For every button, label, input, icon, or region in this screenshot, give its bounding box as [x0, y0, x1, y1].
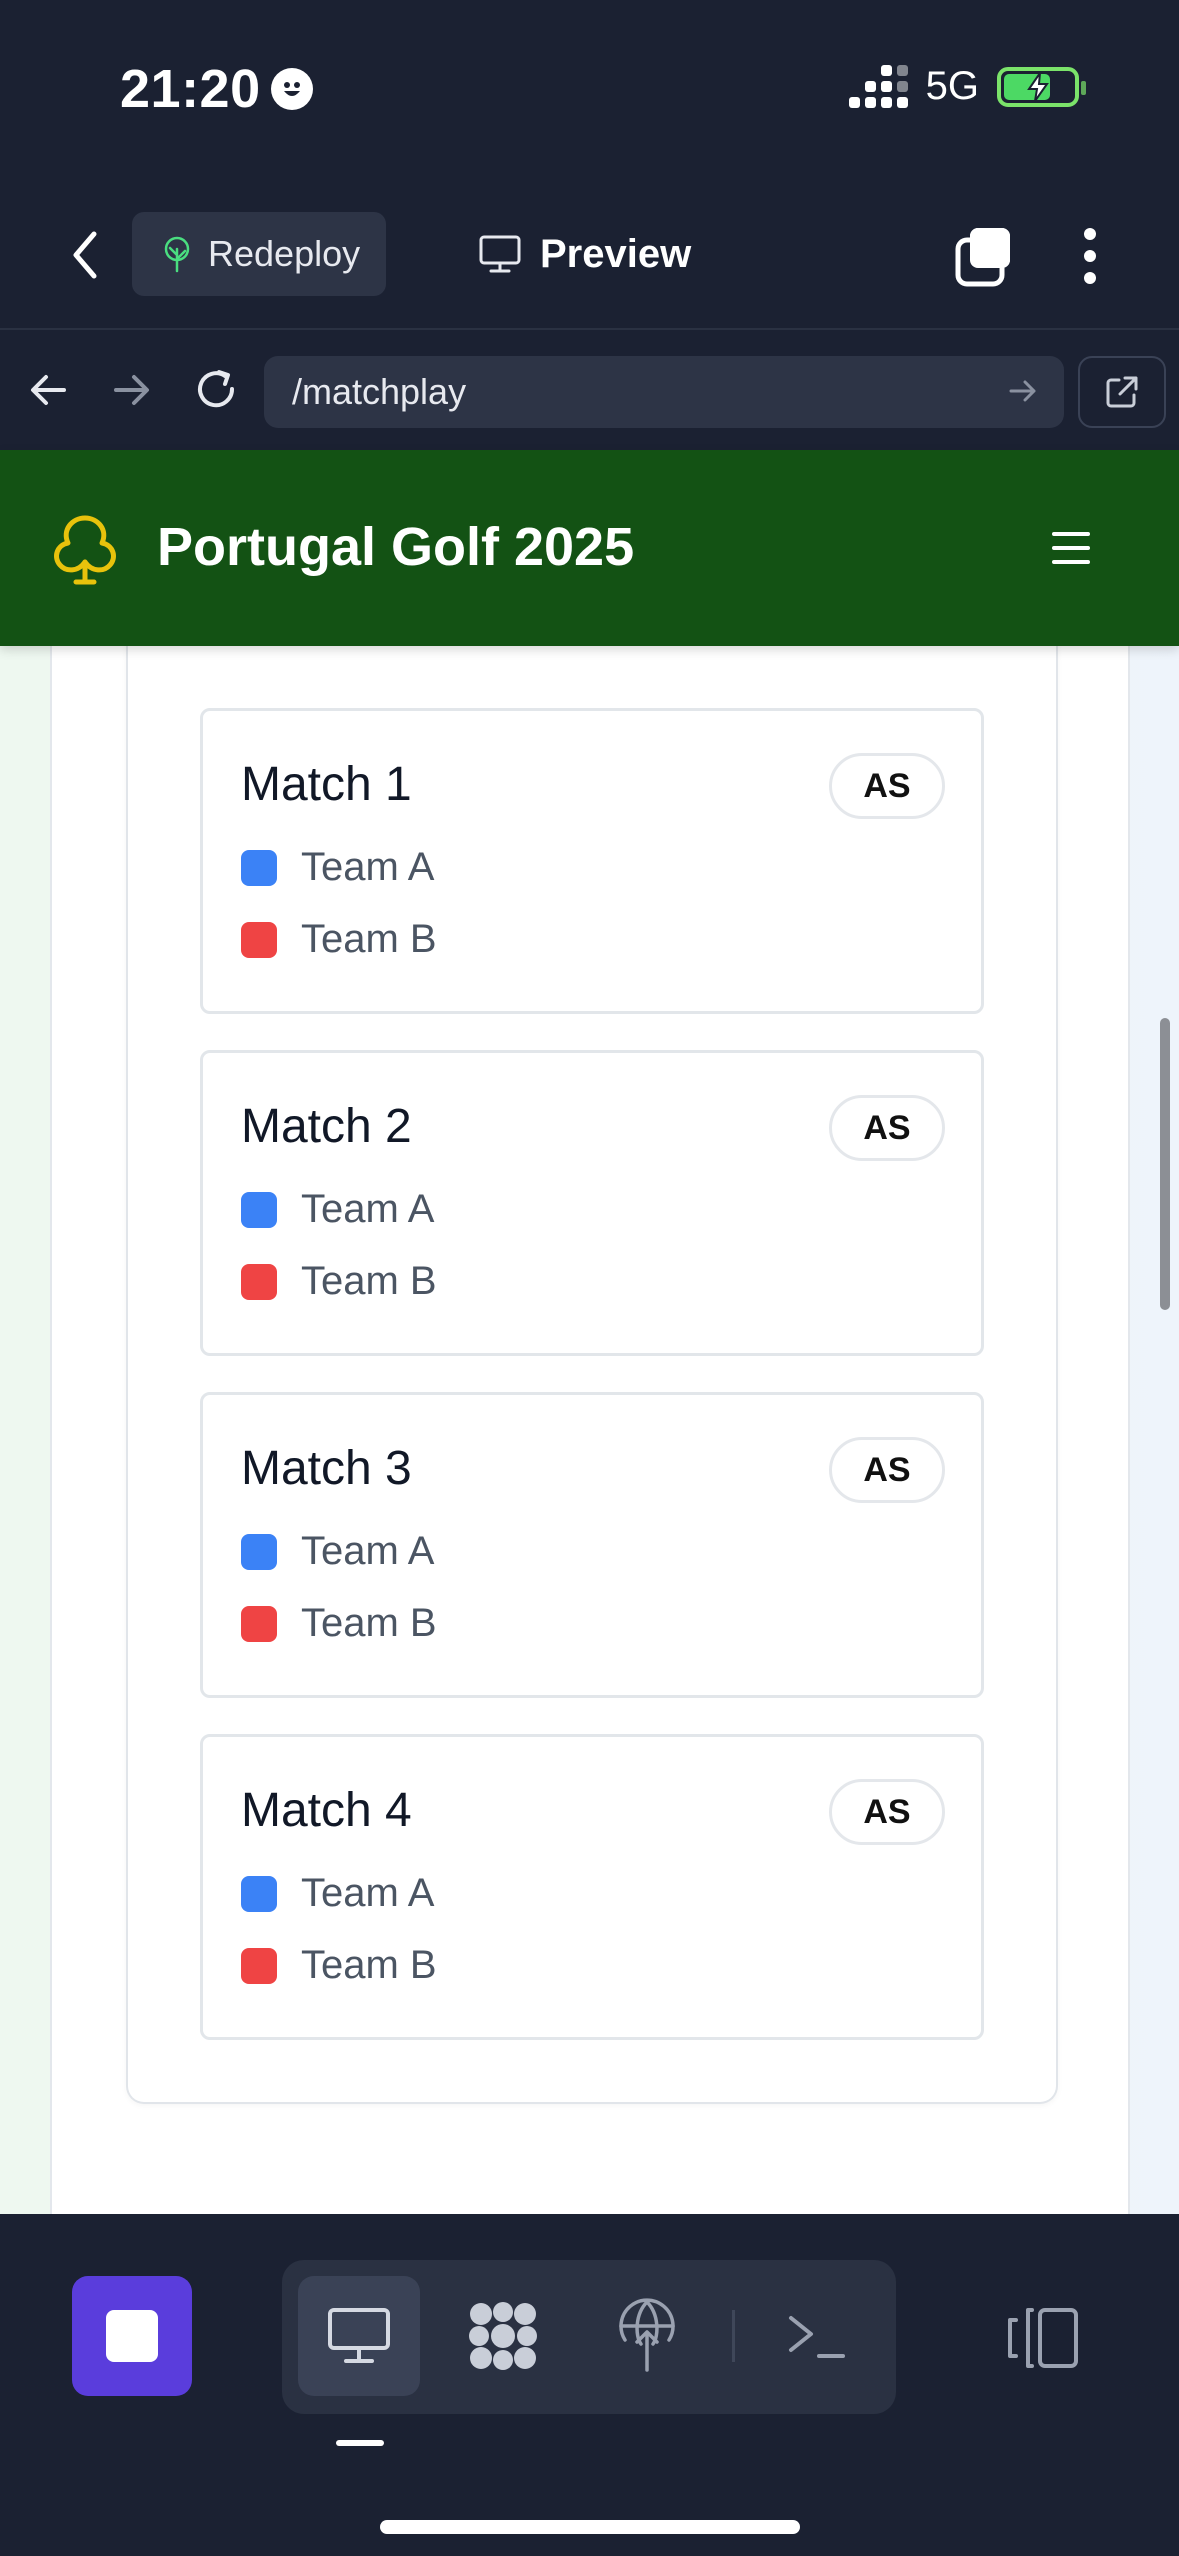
tree-deploy-icon — [164, 236, 190, 273]
team-row: Team A — [241, 1871, 434, 1916]
match-title: Match 1 — [241, 758, 412, 811]
back-button[interactable] — [60, 225, 110, 285]
panel-toggle-icon[interactable] — [1006, 2306, 1082, 2370]
chevron-left-icon — [73, 231, 97, 279]
score-badge: AS — [829, 1779, 945, 1845]
battery-icon — [997, 66, 1086, 107]
match-card[interactable]: Match 4 AS Team A Team B — [200, 1734, 984, 2040]
url-bar: /matchplay — [0, 332, 1179, 450]
scrollbar[interactable] — [1160, 1018, 1170, 1310]
team-name: Team B — [301, 917, 437, 961]
team-name: Team B — [301, 1259, 437, 1303]
hamburger-menu-icon[interactable] — [1052, 532, 1090, 564]
team-color-dot — [241, 1533, 277, 1570]
reload-icon[interactable] — [188, 362, 244, 418]
match-title: Match 3 — [241, 1442, 412, 1495]
team-row: Team B — [241, 1259, 437, 1304]
more-options-icon[interactable] — [1070, 224, 1110, 288]
team-row: Team B — [241, 917, 437, 962]
browser-back-icon[interactable] — [20, 362, 76, 418]
home-indicator — [380, 2520, 800, 2534]
score-badge: AS — [829, 753, 945, 819]
match-card[interactable]: Match 3 AS Team A Team B — [200, 1392, 984, 1698]
team-color-dot — [241, 849, 277, 886]
redeploy-button[interactable]: Redeploy — [132, 212, 386, 296]
team-color-dot — [241, 1947, 277, 1984]
team-color-dot — [241, 1263, 277, 1300]
match-title: Match 2 — [241, 1100, 412, 1153]
team-row: Team A — [241, 845, 434, 890]
team-name: Team B — [301, 1601, 437, 1645]
terminal-icon[interactable] — [756, 2276, 878, 2396]
smiley-icon — [270, 68, 313, 110]
club-logo-icon[interactable] — [48, 510, 122, 586]
browser-forward-icon[interactable] — [104, 362, 160, 418]
monitor-icon — [479, 235, 521, 273]
status-indicators: 5G — [848, 64, 1086, 109]
desktop-icon[interactable] — [298, 2276, 420, 2396]
team-row: Team A — [241, 1187, 434, 1232]
open-external-icon[interactable] — [1078, 356, 1166, 428]
bottom-toolbar — [0, 2214, 1179, 2556]
site-title[interactable]: Portugal Golf 2025 — [157, 516, 634, 578]
site-header: Portugal Golf 2025 — [0, 450, 1179, 646]
tool-group — [282, 2260, 896, 2414]
team-color-dot — [241, 1875, 277, 1912]
content-panel: Match 1 AS Team A Team B Match 2 AS Team… — [50, 646, 1130, 2214]
redeploy-label: Redeploy — [208, 233, 361, 274]
team-row: Team B — [241, 1943, 437, 1988]
team-row: Team A — [241, 1529, 434, 1574]
deploy-icon[interactable] — [586, 2276, 708, 2396]
tool-divider — [732, 2310, 735, 2362]
match-title: Match 4 — [241, 1784, 412, 1837]
page-content: Match 1 AS Team A Team B Match 2 AS Team… — [0, 646, 1179, 2214]
charging-bolt-icon — [1027, 71, 1049, 102]
apps-icon[interactable] — [442, 2276, 564, 2396]
team-name: Team A — [301, 1871, 435, 1915]
active-tool-indicator — [336, 2440, 384, 2446]
team-color-dot — [241, 921, 277, 958]
team-color-dot — [241, 1191, 277, 1228]
team-row: Team B — [241, 1601, 437, 1646]
tabs-icon[interactable] — [952, 224, 1016, 288]
team-color-dot — [241, 1605, 277, 1642]
team-name: Team A — [301, 1187, 435, 1231]
signal-icon — [848, 65, 908, 108]
score-badge: AS — [829, 1095, 945, 1161]
stop-icon — [106, 2310, 158, 2362]
match-card[interactable]: Match 2 AS Team A Team B — [200, 1050, 984, 1356]
preview-label: Preview — [540, 231, 692, 276]
team-name: Team B — [301, 1943, 437, 1987]
go-arrow-icon[interactable] — [1006, 374, 1040, 408]
url-input[interactable]: /matchplay — [264, 356, 1064, 428]
stop-button[interactable] — [72, 2276, 192, 2396]
clock: 21:20 — [120, 59, 261, 119]
team-name: Team A — [301, 1529, 435, 1573]
status-bar: 21:20 5G — [0, 0, 1179, 180]
match-card[interactable]: Match 1 AS Team A Team B — [200, 708, 984, 1014]
matches-card: Match 1 AS Team A Team B Match 2 AS Team… — [126, 646, 1058, 2104]
status-time: 21:20 — [120, 58, 313, 120]
network-type: 5G — [925, 64, 979, 108]
team-name: Team A — [301, 845, 435, 889]
app-toolbar: Redeploy Preview — [0, 180, 1179, 330]
preview-button[interactable]: Preview — [478, 212, 691, 296]
score-badge: AS — [829, 1437, 945, 1503]
url-text: /matchplay — [292, 371, 467, 412]
